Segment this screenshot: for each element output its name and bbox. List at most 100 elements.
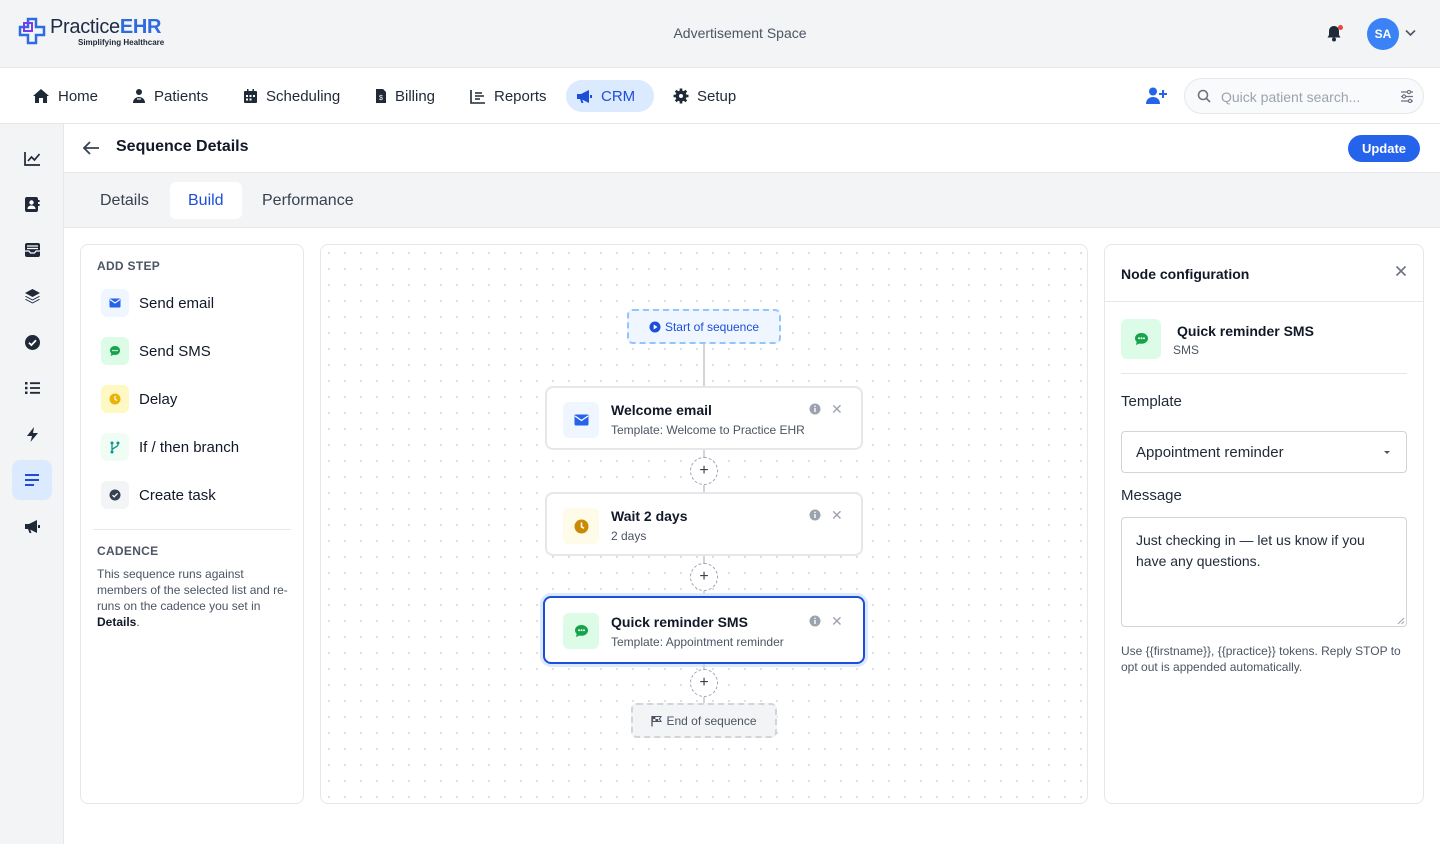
- step-send-sms[interactable]: Send SMS: [101, 336, 211, 366]
- chat-icon: [1121, 319, 1161, 359]
- add-step-plus-button[interactable]: +: [690, 669, 718, 697]
- sidebar-sequences[interactable]: [12, 460, 52, 500]
- notification-dot: [1338, 25, 1343, 30]
- chat-icon: [101, 337, 129, 365]
- nav-patients[interactable]: Patients: [122, 80, 218, 112]
- search-input[interactable]: [1221, 87, 1391, 107]
- update-button[interactable]: Update: [1348, 135, 1420, 162]
- cadence-heading: CADENCE: [97, 544, 159, 558]
- resize-grip-icon[interactable]: [1397, 617, 1405, 625]
- chevron-down-icon[interactable]: [1405, 29, 1416, 37]
- sequence-node-quick-reminder-sms[interactable]: Quick reminder SMS Template: Appointment…: [543, 596, 865, 664]
- sidebar-lists[interactable]: [12, 368, 52, 408]
- quick-patient-search[interactable]: [1184, 78, 1424, 114]
- sidebar-contacts[interactable]: [12, 184, 52, 224]
- nav-setup-label: Setup: [697, 87, 737, 105]
- step-if-then-branch[interactable]: If / then branch: [101, 432, 239, 462]
- add-patient-icon[interactable]: [1145, 86, 1167, 106]
- nav-scheduling[interactable]: Scheduling: [233, 80, 350, 112]
- play-circle-icon: [649, 321, 661, 332]
- selected-node-type: SMS: [1173, 343, 1200, 357]
- tab-bar: Details Build Performance: [64, 172, 1440, 228]
- tab-performance[interactable]: Performance: [244, 182, 372, 219]
- start-of-sequence-node: Start of sequence: [627, 309, 781, 344]
- sidebar-automations[interactable]: [12, 414, 52, 454]
- step-if-then-label: If / then branch: [139, 438, 240, 456]
- megaphone-icon: [577, 89, 592, 103]
- info-icon[interactable]: [809, 615, 821, 627]
- nav-billing[interactable]: $ Billing: [365, 80, 445, 112]
- envelope-icon: [101, 289, 129, 317]
- cadence-description: This sequence runs against members of th…: [97, 566, 291, 630]
- node-configuration-heading: Node configuration: [1121, 266, 1250, 282]
- home-icon: [33, 89, 49, 103]
- advertisement-space: Advertisement Space: [673, 25, 807, 41]
- remove-node-icon[interactable]: ✕: [831, 613, 843, 630]
- sidebar-layers[interactable]: [12, 276, 52, 316]
- bolt-icon: [26, 426, 38, 442]
- close-icon[interactable]: [1395, 265, 1407, 277]
- message-help-text: Use {{firstname}}, {{practice}} tokens. …: [1121, 644, 1401, 674]
- remove-node-icon[interactable]: ✕: [831, 401, 843, 418]
- node-configuration-panel: Node configuration Quick reminder SMS SM…: [1104, 244, 1424, 804]
- info-icon[interactable]: [809, 509, 821, 521]
- panel-divider: [1105, 301, 1423, 302]
- gear-icon: [673, 88, 689, 104]
- patients-icon: [133, 89, 145, 103]
- svg-text:$: $: [379, 95, 383, 102]
- sequence-node-wait[interactable]: Wait 2 days 2 days ✕: [545, 492, 863, 556]
- template-select[interactable]: Appointment reminder: [1121, 431, 1407, 473]
- tab-details[interactable]: Details: [82, 182, 167, 219]
- clock-icon: [563, 508, 599, 544]
- nav-crm[interactable]: CRM: [566, 80, 654, 112]
- nav-crm-label: CRM: [601, 87, 636, 105]
- check-circle-icon: [101, 481, 129, 509]
- node-subtitle: Template: Welcome to Practice EHR: [611, 423, 805, 437]
- sidebar-analytics[interactable]: [12, 138, 52, 178]
- sidebar-campaigns[interactable]: [12, 506, 52, 546]
- main-nav: Home Patients Scheduling $ Billing Repor…: [0, 68, 1440, 124]
- step-send-email[interactable]: Send email: [101, 288, 214, 318]
- back-arrow-icon[interactable]: [82, 140, 100, 156]
- add-step-panel: ADD STEP Send email Send SMS Delay If / …: [80, 244, 304, 804]
- nav-reports-label: Reports: [494, 87, 547, 105]
- nav-reports[interactable]: Reports: [460, 80, 557, 112]
- list-icon: [24, 382, 40, 394]
- sequence-canvas[interactable]: Start of sequence Welcome email Template…: [320, 244, 1088, 804]
- left-sidebar: [0, 124, 64, 844]
- flag-icon: [651, 715, 663, 726]
- nav-setup[interactable]: Setup: [663, 80, 746, 112]
- remove-node-icon[interactable]: ✕: [831, 507, 843, 524]
- main-content: Sequence Details Update Details Build Pe…: [64, 124, 1440, 844]
- reports-icon: [470, 89, 485, 104]
- cadence-details-link[interactable]: Details: [97, 615, 136, 629]
- end-of-sequence-label: End of sequence: [666, 713, 757, 728]
- sidebar-inbox[interactable]: [12, 230, 52, 270]
- info-icon[interactable]: [809, 403, 821, 415]
- sequence-node-welcome-email[interactable]: Welcome email Template: Welcome to Pract…: [545, 386, 863, 450]
- panel-divider: [1121, 373, 1407, 374]
- connector-line: [703, 344, 705, 386]
- node-title: Quick reminder SMS: [611, 614, 748, 630]
- megaphone-icon: [24, 519, 40, 533]
- step-delay[interactable]: Delay: [101, 384, 177, 414]
- user-avatar[interactable]: SA: [1367, 18, 1399, 50]
- layers-icon: [24, 289, 40, 304]
- chat-icon: [563, 613, 599, 649]
- filter-sliders-icon[interactable]: [1400, 90, 1414, 103]
- tab-build[interactable]: Build: [170, 182, 242, 219]
- contact-book-icon: [25, 196, 40, 212]
- message-textarea[interactable]: Just checking in — let us know if you ha…: [1121, 517, 1407, 627]
- sidebar-tasks[interactable]: [12, 322, 52, 362]
- step-send-email-label: Send email: [139, 294, 215, 312]
- page-title: Sequence Details: [116, 138, 249, 155]
- message-label: Message: [1121, 487, 1182, 504]
- nav-home[interactable]: Home: [22, 80, 108, 112]
- caret-down-icon: [1384, 451, 1390, 454]
- add-step-plus-button[interactable]: +: [690, 457, 718, 485]
- node-title: Welcome email: [611, 402, 712, 418]
- step-create-task[interactable]: Create task: [101, 480, 216, 510]
- page-header: Sequence Details Update: [64, 124, 1440, 172]
- add-step-plus-button[interactable]: +: [690, 563, 718, 591]
- chart-line-icon: [23, 151, 40, 166]
